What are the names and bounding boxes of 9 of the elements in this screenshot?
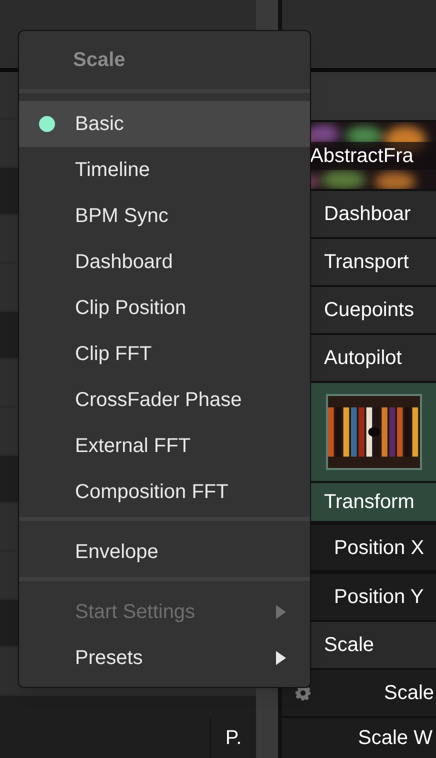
- clip-name: AbstractFra: [309, 144, 414, 169]
- parameter-label: Scale: [384, 681, 434, 706]
- menu-item[interactable]: Timeline: [19, 147, 310, 193]
- menu-title: Scale: [72, 48, 126, 73]
- parameter-row[interactable]: Scale W: [282, 718, 436, 758]
- menu-item[interactable]: Basic: [19, 101, 310, 147]
- submenu-arrow-icon: [276, 651, 286, 665]
- menu-item[interactable]: External FFT: [19, 423, 310, 469]
- submenu-arrow-icon: [276, 605, 286, 619]
